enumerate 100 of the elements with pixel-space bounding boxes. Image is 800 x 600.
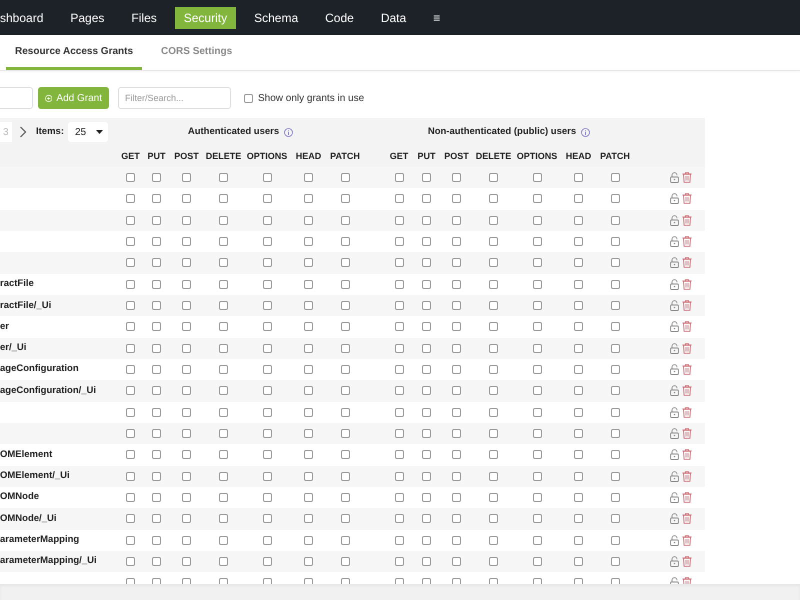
input-field[interactable] — [0, 87, 33, 109]
checkbox[interactable] — [182, 536, 191, 545]
checkbox[interactable] — [126, 365, 135, 374]
checkbox[interactable] — [340, 493, 350, 502]
lock-icon[interactable] — [670, 534, 679, 546]
checkbox[interactable] — [422, 173, 431, 182]
checkbox[interactable] — [340, 301, 350, 310]
checkbox[interactable] — [340, 472, 350, 481]
checkbox[interactable] — [452, 194, 461, 204]
checkbox[interactable] — [262, 280, 272, 289]
checkbox[interactable] — [489, 429, 498, 438]
checkbox[interactable] — [182, 514, 191, 524]
trash-icon[interactable] — [682, 321, 692, 332]
checkbox[interactable] — [422, 237, 431, 246]
checkbox[interactable] — [452, 258, 461, 268]
search-field[interactable]: Filter/Search... — [118, 87, 231, 109]
checkbox[interactable] — [304, 344, 313, 353]
lock-icon[interactable] — [670, 172, 679, 184]
checkbox[interactable] — [394, 365, 404, 374]
checkbox[interactable] — [532, 258, 542, 268]
checkbox[interactable] — [574, 557, 583, 566]
checkbox[interactable] — [304, 514, 313, 524]
checkbox[interactable] — [394, 301, 404, 310]
checkbox[interactable] — [610, 386, 620, 396]
checkbox[interactable] — [340, 365, 350, 374]
checkbox[interactable] — [182, 258, 191, 268]
lock-icon[interactable] — [670, 406, 679, 418]
trash-icon[interactable] — [682, 449, 692, 460]
trash-icon[interactable] — [682, 385, 692, 396]
checkbox[interactable] — [262, 557, 272, 566]
lock-icon[interactable] — [670, 193, 679, 204]
checkbox[interactable] — [244, 94, 253, 102]
lock-icon[interactable] — [670, 449, 679, 460]
checkbox[interactable] — [394, 237, 404, 246]
checkbox[interactable] — [262, 322, 272, 332]
checkbox[interactable] — [219, 258, 228, 268]
checkbox[interactable] — [394, 216, 404, 225]
checkbox[interactable] — [574, 472, 583, 481]
trash-icon[interactable] — [682, 470, 692, 482]
checkbox[interactable] — [126, 408, 135, 417]
checkbox[interactable] — [304, 280, 313, 289]
checkbox[interactable] — [574, 450, 583, 460]
checkbox[interactable] — [126, 386, 135, 396]
checkbox[interactable] — [489, 173, 498, 182]
checkbox[interactable] — [610, 216, 620, 225]
checkbox[interactable] — [304, 258, 313, 268]
checkbox[interactable] — [126, 194, 135, 204]
checkbox[interactable] — [394, 536, 404, 545]
checkbox[interactable] — [574, 386, 583, 396]
checkbox[interactable] — [304, 322, 313, 332]
checkbox[interactable] — [152, 557, 161, 566]
checkbox[interactable] — [422, 472, 431, 481]
checkbox[interactable] — [340, 408, 350, 417]
nav-tab[interactable]: Schema — [245, 6, 308, 28]
checkbox[interactable] — [610, 536, 620, 545]
checkbox[interactable] — [452, 472, 461, 481]
checkbox[interactable] — [574, 493, 583, 502]
trash-icon[interactable] — [682, 257, 692, 268]
checkbox[interactable] — [489, 557, 498, 566]
checkbox[interactable] — [126, 450, 135, 460]
checkbox[interactable] — [262, 472, 272, 481]
checkbox[interactable] — [422, 429, 431, 438]
checkbox[interactable] — [422, 216, 431, 225]
checkbox[interactable] — [219, 173, 228, 182]
checkbox[interactable] — [610, 493, 620, 502]
checkbox[interactable] — [126, 557, 135, 566]
checkbox[interactable] — [574, 194, 583, 204]
checkbox[interactable] — [489, 450, 498, 460]
checkbox[interactable] — [152, 408, 161, 417]
checkbox[interactable] — [532, 557, 542, 566]
checkbox[interactable] — [126, 258, 135, 268]
checkbox[interactable] — [532, 280, 542, 289]
checkbox[interactable] — [532, 301, 542, 310]
checkbox[interactable] — [610, 450, 620, 460]
checkbox[interactable] — [219, 514, 228, 524]
checkbox[interactable] — [610, 365, 620, 374]
lock-icon[interactable] — [670, 236, 679, 248]
checkbox[interactable] — [219, 386, 228, 396]
checkbox[interactable] — [532, 408, 542, 417]
checkbox[interactable] — [422, 344, 431, 353]
checkbox[interactable] — [532, 429, 542, 438]
checkbox[interactable] — [452, 514, 461, 524]
trash-icon[interactable] — [682, 236, 692, 248]
checkbox[interactable] — [304, 194, 313, 204]
checkbox[interactable] — [126, 280, 135, 289]
checkbox[interactable] — [452, 280, 461, 289]
checkbox[interactable] — [452, 557, 461, 566]
checkbox[interactable] — [610, 301, 620, 310]
checkbox[interactable] — [340, 536, 350, 545]
checkbox[interactable] — [340, 450, 350, 460]
checkbox[interactable] — [489, 258, 498, 268]
checkbox[interactable] — [262, 194, 272, 204]
checkbox[interactable] — [219, 237, 228, 246]
checkbox[interactable] — [489, 216, 498, 225]
trash-icon[interactable] — [682, 364, 692, 376]
checkbox[interactable] — [126, 536, 135, 545]
checkbox[interactable] — [394, 514, 404, 524]
checkbox[interactable] — [304, 386, 313, 396]
lock-icon[interactable] — [670, 278, 679, 290]
checkbox[interactable] — [152, 450, 161, 460]
